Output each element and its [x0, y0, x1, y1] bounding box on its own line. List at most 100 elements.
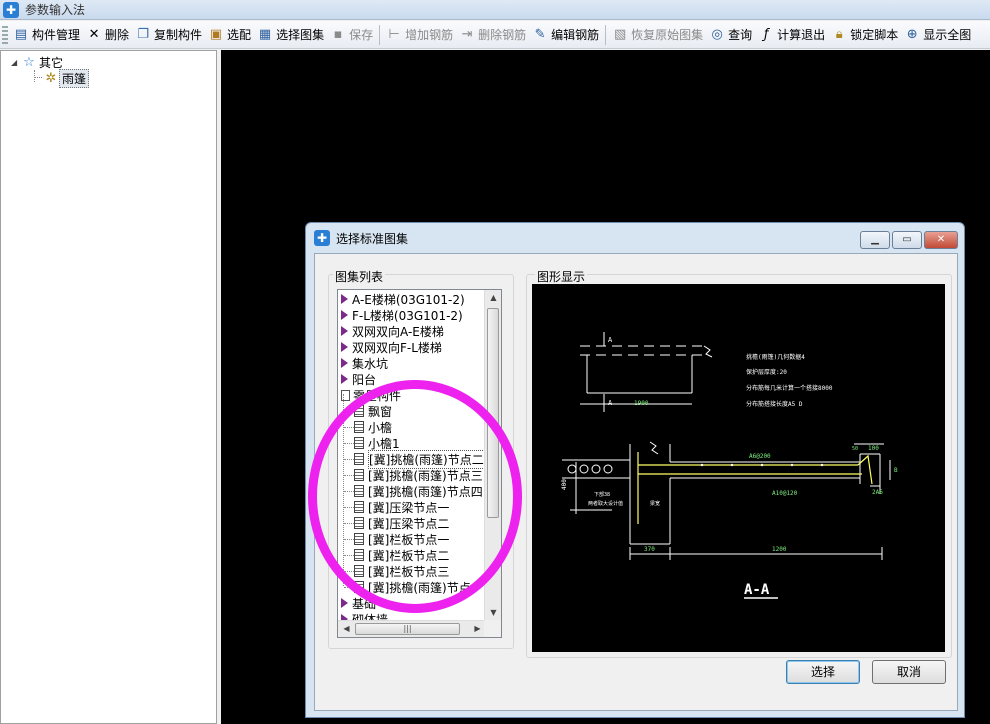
scroll-left-icon[interactable]: ◀ — [338, 621, 355, 637]
app-cross-icon: ✚ — [3, 1, 19, 18]
add-rebar-icon: ⊢ — [388, 26, 400, 42]
list-vertical-scrollbar[interactable]: ▲ ▼ — [484, 290, 501, 621]
delete-button[interactable]: ✕ 删除 — [83, 24, 132, 46]
atlas-list-item-label: 阳台 — [352, 372, 377, 387]
atlas-list-item[interactable]: 双网双向F-L楼梯 — [338, 339, 442, 355]
atlas-list-item[interactable]: [冀]挑檐(雨篷)节点 — [340, 579, 471, 595]
tree-node-label: 雨篷 — [59, 68, 90, 88]
add-rebar-button[interactable]: ⊢ 增加钢筋 — [383, 24, 456, 46]
drawing-note-small: 下部38 — [594, 491, 610, 498]
component-manage-button[interactable]: ▤ 构件管理 — [10, 24, 83, 46]
scroll-up-icon[interactable]: ▲ — [485, 290, 501, 306]
remove-rebar-button[interactable]: ⇥ 删除钢筋 — [456, 24, 529, 46]
tree-connector — [344, 506, 354, 508]
atlas-list-item[interactable]: [冀]压梁节点二 — [340, 515, 449, 531]
atlas-icon: ▦ — [258, 26, 272, 42]
component-tree[interactable]: ◢ ☆ 其它 ✲ 雨篷 — [0, 50, 217, 724]
atlas-list-item[interactable]: [冀]栏板节点三 — [340, 563, 449, 579]
atlas-list-item[interactable]: 双网双向A-E楼梯 — [338, 323, 444, 339]
edit-rebar-button[interactable]: ✎ 编辑钢筋 — [529, 24, 602, 46]
tree-connector — [343, 394, 344, 586]
atlas-list-item[interactable]: [冀]栏板节点二 — [340, 547, 449, 563]
atlas-list-item-label: 飘窗 — [368, 404, 393, 419]
atlas-list-item[interactable]: 集水坑 — [338, 355, 388, 371]
atlas-list[interactable]: A-E楼梯(03G101-2) F-L楼梯(03G101-2) 双网双向A-E楼梯双… — [337, 289, 502, 638]
folder-flag-icon — [341, 310, 348, 320]
tree-node-other[interactable]: ◢ ☆ 其它 — [11, 54, 65, 70]
atlas-list-item[interactable]: 阳台 — [338, 371, 376, 387]
atlas-list-item[interactable]: A-E楼梯(03G101-2) — [338, 291, 465, 307]
restore-atlas-button[interactable]: ▧ 恢复原始图集 — [609, 24, 706, 46]
document-icon — [354, 533, 364, 545]
section-title: A-A — [744, 582, 770, 598]
select-config-icon: ▣ — [209, 26, 223, 42]
toolbar-grip[interactable] — [2, 25, 8, 44]
atlas-list-item[interactable]: [冀]挑檐(雨篷)节点四 — [340, 483, 483, 499]
tree-node-canopy[interactable]: ✲ 雨篷 — [43, 68, 90, 88]
dialog-body: 图集列表 A-E楼梯(03G101-2) F-L楼梯(03G101-2) 双网双向A… — [314, 253, 958, 711]
main-toolbar: ▤ 构件管理 ✕ 删除 ❐ 复制构件 ▣ 选配 ▦ 选择图集 ▪ 保存 ⊢ 增加钢筋 ⇥ 删除钢… — [0, 21, 990, 49]
atlas-list-item-label: [冀]压梁节点二 — [368, 516, 450, 531]
maximize-button[interactable]: ▭ — [892, 231, 922, 249]
zoom-all-button[interactable]: ⊕ 显示全图 — [901, 24, 974, 46]
atlas-list-item[interactable]: 零星构件 — [338, 387, 401, 403]
tree-connector — [344, 570, 354, 572]
atlas-list-item[interactable]: [冀]挑檐(雨篷)节点二 — [340, 449, 485, 469]
tree-connector — [344, 522, 354, 524]
edit-rebar-icon: ✎ — [534, 26, 546, 42]
list-vertical-thumb[interactable] — [487, 308, 499, 518]
list-horizontal-thumb[interactable]: ||| — [355, 623, 460, 635]
drawing-note: 分布筋搭接长度A5 D — [746, 400, 803, 408]
atlas-list-item-label: [冀]栏板节点二 — [368, 548, 450, 563]
copy-component-button[interactable]: ❐ 复制构件 — [132, 24, 205, 46]
atlas-list-item[interactable]: [冀]压梁节点一 — [340, 499, 449, 515]
preview-label: 图形显示 — [535, 268, 588, 285]
cancel-button[interactable]: 取消 — [872, 660, 946, 684]
rebar-label: A6@200 — [749, 453, 771, 460]
select-button[interactable]: 选择 — [786, 660, 860, 684]
tree-connector — [344, 538, 354, 540]
save-button[interactable]: ▪ 保存 — [327, 24, 376, 46]
folder-flag-icon — [341, 598, 348, 608]
lock-script-button[interactable]: 🔒︎ 锁定脚本 — [828, 24, 901, 46]
tree-connector — [344, 474, 354, 476]
list-horizontal-scrollbar[interactable]: ◀ ||| ▶ — [338, 620, 486, 637]
drawing-note: 保护层厚度:20 — [746, 368, 787, 376]
atlas-list-item-label: [冀]压梁节点一 — [368, 500, 450, 515]
window-controls: ▁ ▭ ✕ — [858, 231, 958, 249]
atlas-list-item[interactable]: [冀]栏板节点一 — [340, 531, 449, 547]
window-titlebar: ✚ 参数输入法 — [0, 0, 990, 20]
query-button[interactable]: ◎ 查询 — [706, 24, 755, 46]
calc-exit-button[interactable]: ƒ 计算退出 — [755, 24, 828, 46]
atlas-list-item-label: 小檐 — [368, 420, 393, 435]
zoom-all-icon: ⊕ — [906, 26, 918, 42]
document-icon — [354, 501, 364, 513]
atlas-list-item[interactable]: 基础 — [338, 595, 376, 611]
select-atlas-dialog: ✚ 选择标准图集 ▁ ▭ ✕ 图集列表 A-E楼梯(03G101-2) F-L楼梯… — [305, 222, 965, 718]
toolbar-separator — [379, 24, 381, 45]
select-atlas-button[interactable]: ▦ 选择图集 — [254, 24, 327, 46]
tree-connector — [344, 442, 354, 444]
atlas-list-item[interactable]: 飘窗 — [340, 403, 392, 419]
toolbar-separator — [605, 24, 607, 45]
atlas-list-item-label: [冀]栏板节点一 — [368, 532, 450, 547]
minimize-icon: ▁ — [871, 234, 879, 245]
gear-icon: ✲ — [45, 70, 57, 86]
select-config-button[interactable]: ▣ 选配 — [205, 24, 254, 46]
tree-line — [34, 70, 35, 82]
atlas-list-item[interactable]: 小檐 — [340, 419, 392, 435]
close-button[interactable]: ✕ — [924, 231, 958, 249]
atlas-list-item[interactable]: [冀]挑檐(雨篷)节点三 — [340, 467, 483, 483]
scroll-down-icon[interactable]: ▼ — [485, 605, 501, 621]
rebar-tag: 2A6 — [872, 489, 883, 496]
dialog-title: 选择标准图集 — [336, 231, 409, 246]
minimize-button[interactable]: ▁ — [860, 231, 890, 249]
atlas-list-item-label: F-L楼梯(03G101-2) — [352, 308, 463, 323]
atlas-list-item[interactable]: F-L楼梯(03G101-2) — [338, 307, 463, 323]
depth-label: 400 — [561, 479, 568, 490]
plan-dimension-label: 1900 — [634, 400, 649, 407]
atlas-list-item-label: [冀]挑檐(雨篷)节点三 — [368, 468, 483, 483]
atlas-preview-drawing: A A 1900 挑檐(雨篷)几何数据4 保护层厚度:20 分布筋每几米计算一个… — [532, 284, 945, 652]
tree-connector — [344, 490, 354, 492]
collapse-triangle-icon[interactable]: ◢ — [11, 58, 21, 67]
